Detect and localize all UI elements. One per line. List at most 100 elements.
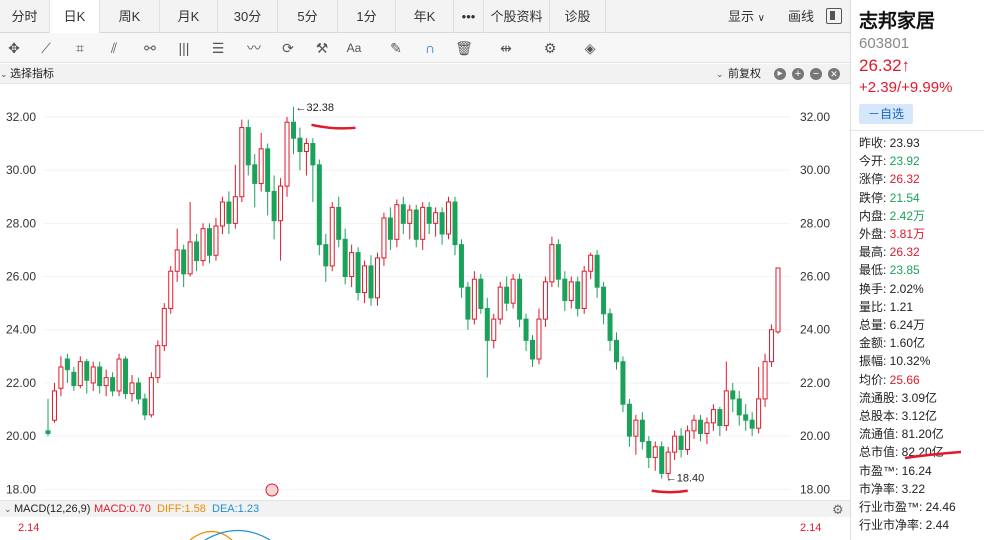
- crop-tool-icon[interactable]: ⌗: [68, 37, 92, 59]
- y-tick-right: 32.00: [800, 110, 830, 124]
- bars-tool-icon[interactable]: |||: [172, 37, 196, 59]
- quote-row: 跌停: 21.54: [859, 190, 920, 207]
- candle-body: [691, 419, 697, 432]
- red-underline-mark: [311, 123, 356, 130]
- quote-label: 市净率:: [859, 481, 899, 496]
- candle-body: [652, 446, 658, 458]
- candle-body: [303, 143, 309, 153]
- quote-label: 量比:: [859, 299, 887, 314]
- measure-tool-icon[interactable]: ⚒: [310, 37, 334, 59]
- candle-body: [168, 270, 174, 309]
- candle-body: [413, 209, 419, 240]
- candle-body: [769, 329, 775, 363]
- candle-body: [84, 361, 90, 381]
- watchlist-button[interactable]: －自选: [859, 104, 913, 124]
- candle-body: [620, 361, 626, 405]
- candle-body: [394, 204, 400, 240]
- tab-2[interactable]: 周K: [100, 0, 160, 33]
- candle-body: [362, 265, 368, 293]
- candle-body: [290, 121, 296, 139]
- quote-row: 外盘: 3.81万: [859, 226, 925, 243]
- text-tool-icon[interactable]: Aa: [342, 37, 366, 59]
- wave-tool-icon[interactable]: 〰: [242, 37, 266, 59]
- chevron-down-icon[interactable]: ⌄: [0, 64, 8, 84]
- close-icon[interactable]: ✕: [828, 68, 840, 80]
- candle-body: [148, 377, 154, 416]
- candle-body: [491, 318, 497, 341]
- candle-body: [672, 435, 678, 453]
- candle-body: [484, 307, 490, 341]
- candle-body: [51, 390, 57, 421]
- line-tool-icon[interactable]: ⟋: [34, 37, 58, 59]
- settings-gear-icon[interactable]: ⚙: [538, 37, 562, 59]
- quote-value: 1.60亿: [886, 336, 926, 351]
- quote-label: 换手:: [859, 281, 887, 296]
- candle-body: [123, 358, 129, 395]
- pen-tool-icon[interactable]: ✎: [384, 37, 408, 59]
- candle-body: [381, 217, 387, 259]
- quote-value: 81.20亿: [898, 427, 944, 442]
- tab-7[interactable]: 年K: [396, 0, 454, 33]
- split-icon[interactable]: ⇹: [494, 37, 518, 59]
- tab-3[interactable]: 月K: [160, 0, 218, 33]
- move-icon[interactable]: ✥: [2, 37, 26, 59]
- candle-body: [200, 228, 206, 262]
- candle-body: [420, 206, 426, 240]
- quote-row: 市净率: 3.22: [859, 481, 925, 498]
- y-tick-right: 24.00: [800, 323, 830, 337]
- tab-0[interactable]: 分时: [0, 0, 50, 33]
- quote-label: 流通股:: [859, 390, 899, 405]
- candle-body: [90, 366, 96, 384]
- tab-4[interactable]: 30分: [218, 0, 278, 33]
- quote-label: 跌停:: [859, 190, 887, 205]
- tab-right-1[interactable]: 诊股: [550, 0, 606, 33]
- tab-1[interactable]: 日K: [50, 0, 100, 33]
- candle-body: [252, 164, 258, 184]
- draw-line-button[interactable]: 画线: [788, 0, 814, 33]
- quote-label: 市盈™:: [859, 463, 899, 478]
- candle-body: [749, 419, 755, 429]
- adjust-chevron-icon[interactable]: ⌄: [716, 64, 724, 84]
- more-tabs-button[interactable]: •••: [454, 0, 484, 33]
- zoom-in-icon[interactable]: +: [792, 68, 804, 80]
- fan-tool-icon[interactable]: ⫽: [102, 37, 126, 59]
- y-tick-right: 18.00: [800, 482, 830, 496]
- zoom-out-icon[interactable]: −: [810, 68, 822, 80]
- candle-body: [194, 241, 200, 262]
- tab-6[interactable]: 1分: [338, 0, 396, 33]
- cycle-tool-icon[interactable]: ⟳: [276, 37, 300, 59]
- adjust-select[interactable]: 前复权: [728, 64, 761, 84]
- window-toggle-icon[interactable]: [826, 8, 842, 24]
- stock-price: 26.32↑: [859, 56, 911, 75]
- layers-icon[interactable]: ◈: [578, 37, 602, 59]
- candle-body: [613, 339, 619, 363]
- candle-body: [213, 225, 219, 256]
- candle-body: [497, 286, 503, 320]
- quote-value: 6.24万: [886, 318, 926, 332]
- y-tick-left: 26.00: [6, 270, 36, 284]
- quote-row: 流通股: 3.09亿: [859, 390, 937, 407]
- macd-settings-icon[interactable]: ⚙: [832, 501, 844, 518]
- quote-label: 总股本:: [859, 409, 899, 423]
- tab-right-0[interactable]: 个股资料: [484, 0, 550, 33]
- fib-tool-icon[interactable]: ☰: [206, 37, 230, 59]
- candle-body: [271, 190, 277, 222]
- play-icon[interactable]: ▸: [774, 68, 786, 80]
- y-tick-right: 28.00: [800, 216, 830, 230]
- indicator-select[interactable]: 选择指标: [10, 64, 54, 84]
- display-menu-button[interactable]: 显示 ∨: [728, 0, 765, 33]
- quote-row: 总股本: 3.12亿: [859, 408, 937, 425]
- candle-body: [465, 286, 471, 320]
- channel-tool-icon[interactable]: ⚯: [138, 37, 162, 59]
- candle-body: [329, 206, 335, 267]
- macd-title[interactable]: MACD(12,26,9): [14, 501, 90, 518]
- quote-label: 最低:: [859, 263, 887, 278]
- macd-chevron-icon[interactable]: ⌄: [4, 501, 12, 518]
- red-underline-mark: [904, 450, 962, 460]
- trash-icon[interactable]: 🗑: [452, 37, 476, 59]
- candle-body: [665, 451, 671, 474]
- magnet-icon[interactable]: ∩: [418, 37, 442, 59]
- candlestick-chart[interactable]: 32.00 32.00 30.00 30.00 28.00 28.00 26.00 26.00…: [0, 85, 850, 500]
- candle-body: [594, 254, 600, 288]
- tab-5[interactable]: 5分: [278, 0, 338, 33]
